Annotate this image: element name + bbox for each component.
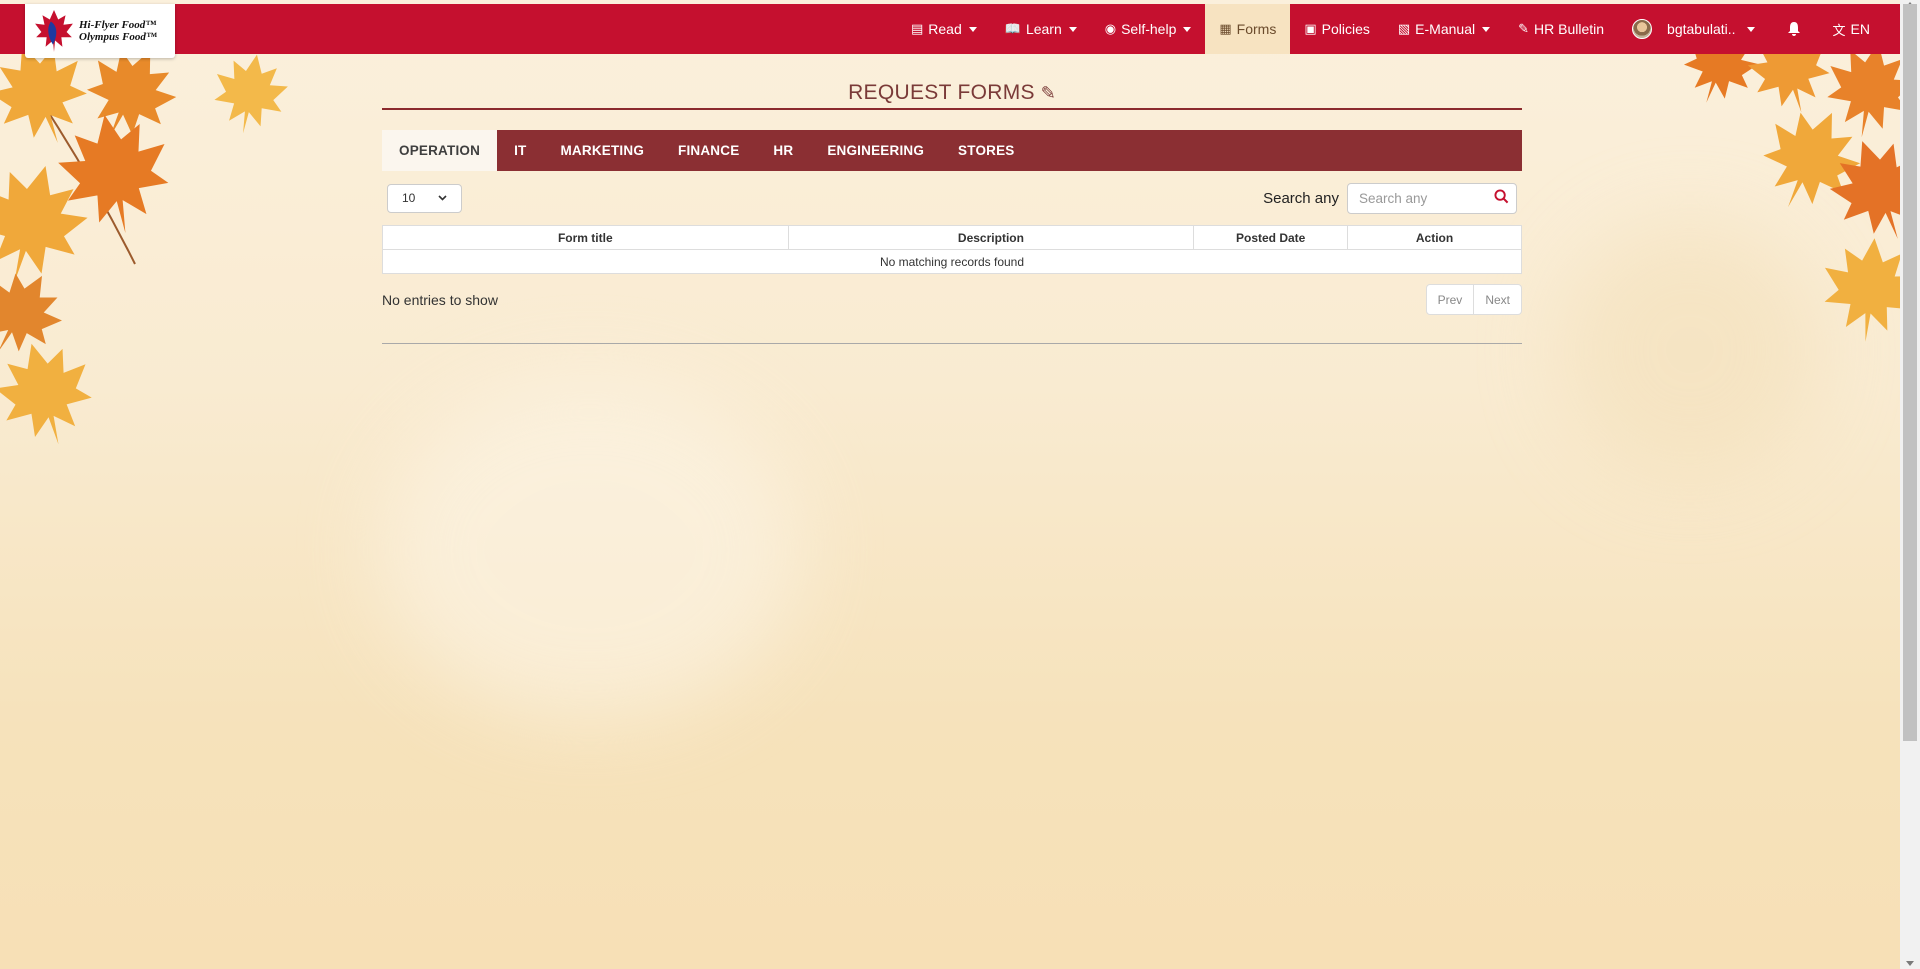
company-logo[interactable]: Hi-Flyer Food™ Olympus Food™ (25, 4, 175, 58)
chevron-down-icon (438, 195, 447, 201)
nav-item-e-manual[interactable]: ▧ E-Manual (1384, 4, 1504, 54)
column-header-action[interactable]: Action (1347, 225, 1522, 250)
table-info: No entries to show (382, 291, 498, 308)
caret-down-icon (1482, 26, 1491, 32)
empty-table-message: No matching records found (382, 249, 1522, 274)
search-group: Search any (1263, 182, 1517, 214)
tab-stores[interactable]: STORES (941, 130, 1031, 171)
translate-icon: 文 (1832, 22, 1846, 38)
bell-icon (1787, 22, 1800, 36)
caret-down-icon (1746, 26, 1755, 32)
next-button[interactable]: Next (1473, 285, 1521, 314)
nav-item-label: Self-help (1121, 21, 1177, 37)
nav-item-label: Read (928, 21, 962, 37)
table-controls: 10 Search any (382, 182, 1522, 214)
tab-finance[interactable]: FINANCE (661, 130, 756, 171)
language-switcher[interactable]: 文 EN (1819, 4, 1900, 54)
nav-item-hr-bulletin[interactable]: ✎ HR Bulletin (1504, 4, 1618, 54)
logo-line-1: Hi-Flyer Food™ (79, 19, 157, 31)
notifications-button[interactable] (1769, 4, 1819, 54)
nav-item-read[interactable]: ▤ Read (897, 4, 991, 54)
tab-marketing[interactable]: MARKETING (543, 130, 661, 171)
pagination: Prev Next (1425, 284, 1522, 315)
column-header-description[interactable]: Description (787, 225, 1195, 250)
form-icon: ▦ (1219, 21, 1232, 36)
person-circle-icon: ◉ (1104, 21, 1117, 36)
manual-icon: ▧ (1397, 21, 1411, 36)
newspaper-icon: ▤ (910, 21, 924, 36)
caret-down-icon (968, 26, 977, 32)
pencil-icon: ✎ (1040, 83, 1056, 103)
tab-it[interactable]: IT (497, 130, 543, 171)
user-name: bgtabulati.. (1667, 21, 1736, 37)
column-header-form-title[interactable]: Form title (382, 225, 789, 250)
nav-item-label: Forms (1236, 21, 1277, 37)
nav-item-policies[interactable]: ▣ Policies (1290, 4, 1384, 54)
scrollbar-thumb[interactable] (1903, 4, 1917, 741)
search-box (1347, 182, 1517, 214)
nav-item-forms[interactable]: ▦ Forms (1205, 4, 1291, 54)
background-glow (380, 380, 800, 720)
nav-item-label: Policies (1321, 21, 1370, 37)
book-icon: 📖 (1004, 21, 1021, 36)
search-label: Search any (1263, 189, 1339, 207)
vertical-scrollbar[interactable] (1900, 0, 1920, 969)
tab-hr[interactable]: HR (756, 130, 810, 171)
pin-icon: ✎ (1518, 21, 1529, 36)
background-glow (1560, 220, 1820, 480)
page-title: REQUEST FORMS (848, 81, 1035, 104)
page-header: REQUEST FORMS ✎ (382, 54, 1522, 110)
avatar (1632, 19, 1653, 39)
nav-item-learn[interactable]: 📖 Learn (991, 4, 1091, 54)
nav-item-label: E-Manual (1415, 21, 1476, 37)
divider (382, 343, 1522, 344)
page-length-select[interactable]: 10 (387, 183, 462, 213)
column-header-posted-date[interactable]: Posted Date (1193, 225, 1349, 250)
nav-item-self-help[interactable]: ◉ Self-help (1091, 4, 1206, 54)
maple-leaves-left-decoration (0, 54, 293, 454)
forms-table: Form title Description Posted Date Actio… (382, 225, 1522, 274)
main-nav: ▤ Read 📖 Learn ◉ Self-help ▦ Forms ▣ Policies ▧ E-M… (897, 4, 1900, 54)
user-menu[interactable]: bgtabulati.. (1618, 4, 1769, 54)
nav-item-label: HR Bulletin (1534, 21, 1605, 37)
search-icon[interactable] (1494, 188, 1509, 204)
maple-leaf-logo-icon (35, 10, 73, 52)
tab-operation[interactable]: OPERATION (382, 130, 498, 171)
top-navbar: ▤ Read 📖 Learn ◉ Self-help ▦ Forms ▣ Policies ▧ E-M… (0, 4, 1900, 54)
scroll-down-icon[interactable] (1906, 961, 1914, 966)
caret-down-icon (1183, 26, 1192, 32)
policy-icon: ▣ (1304, 21, 1317, 36)
caret-down-icon (1068, 26, 1077, 32)
nav-item-label: Learn (1025, 21, 1062, 37)
main-content: REQUEST FORMS ✎ OPERATION IT MARKETING FINAN… (382, 54, 1522, 344)
table-row: No matching records found (382, 249, 1522, 274)
department-tabs: OPERATION IT MARKETING FINANCE HR ENGINEERING… (382, 130, 1522, 171)
search-input[interactable] (1348, 183, 1516, 213)
language-label: EN (1850, 21, 1870, 37)
logo-line-2: Olympus Food™ (79, 31, 157, 43)
prev-button[interactable]: Prev (1427, 285, 1474, 314)
table-footer: No entries to show Prev Next (382, 284, 1522, 315)
tab-engineering[interactable]: ENGINEERING (810, 130, 941, 171)
table-header-row: Form title Description Posted Date Actio… (382, 225, 1522, 250)
page-length-value: 10 (402, 191, 416, 205)
